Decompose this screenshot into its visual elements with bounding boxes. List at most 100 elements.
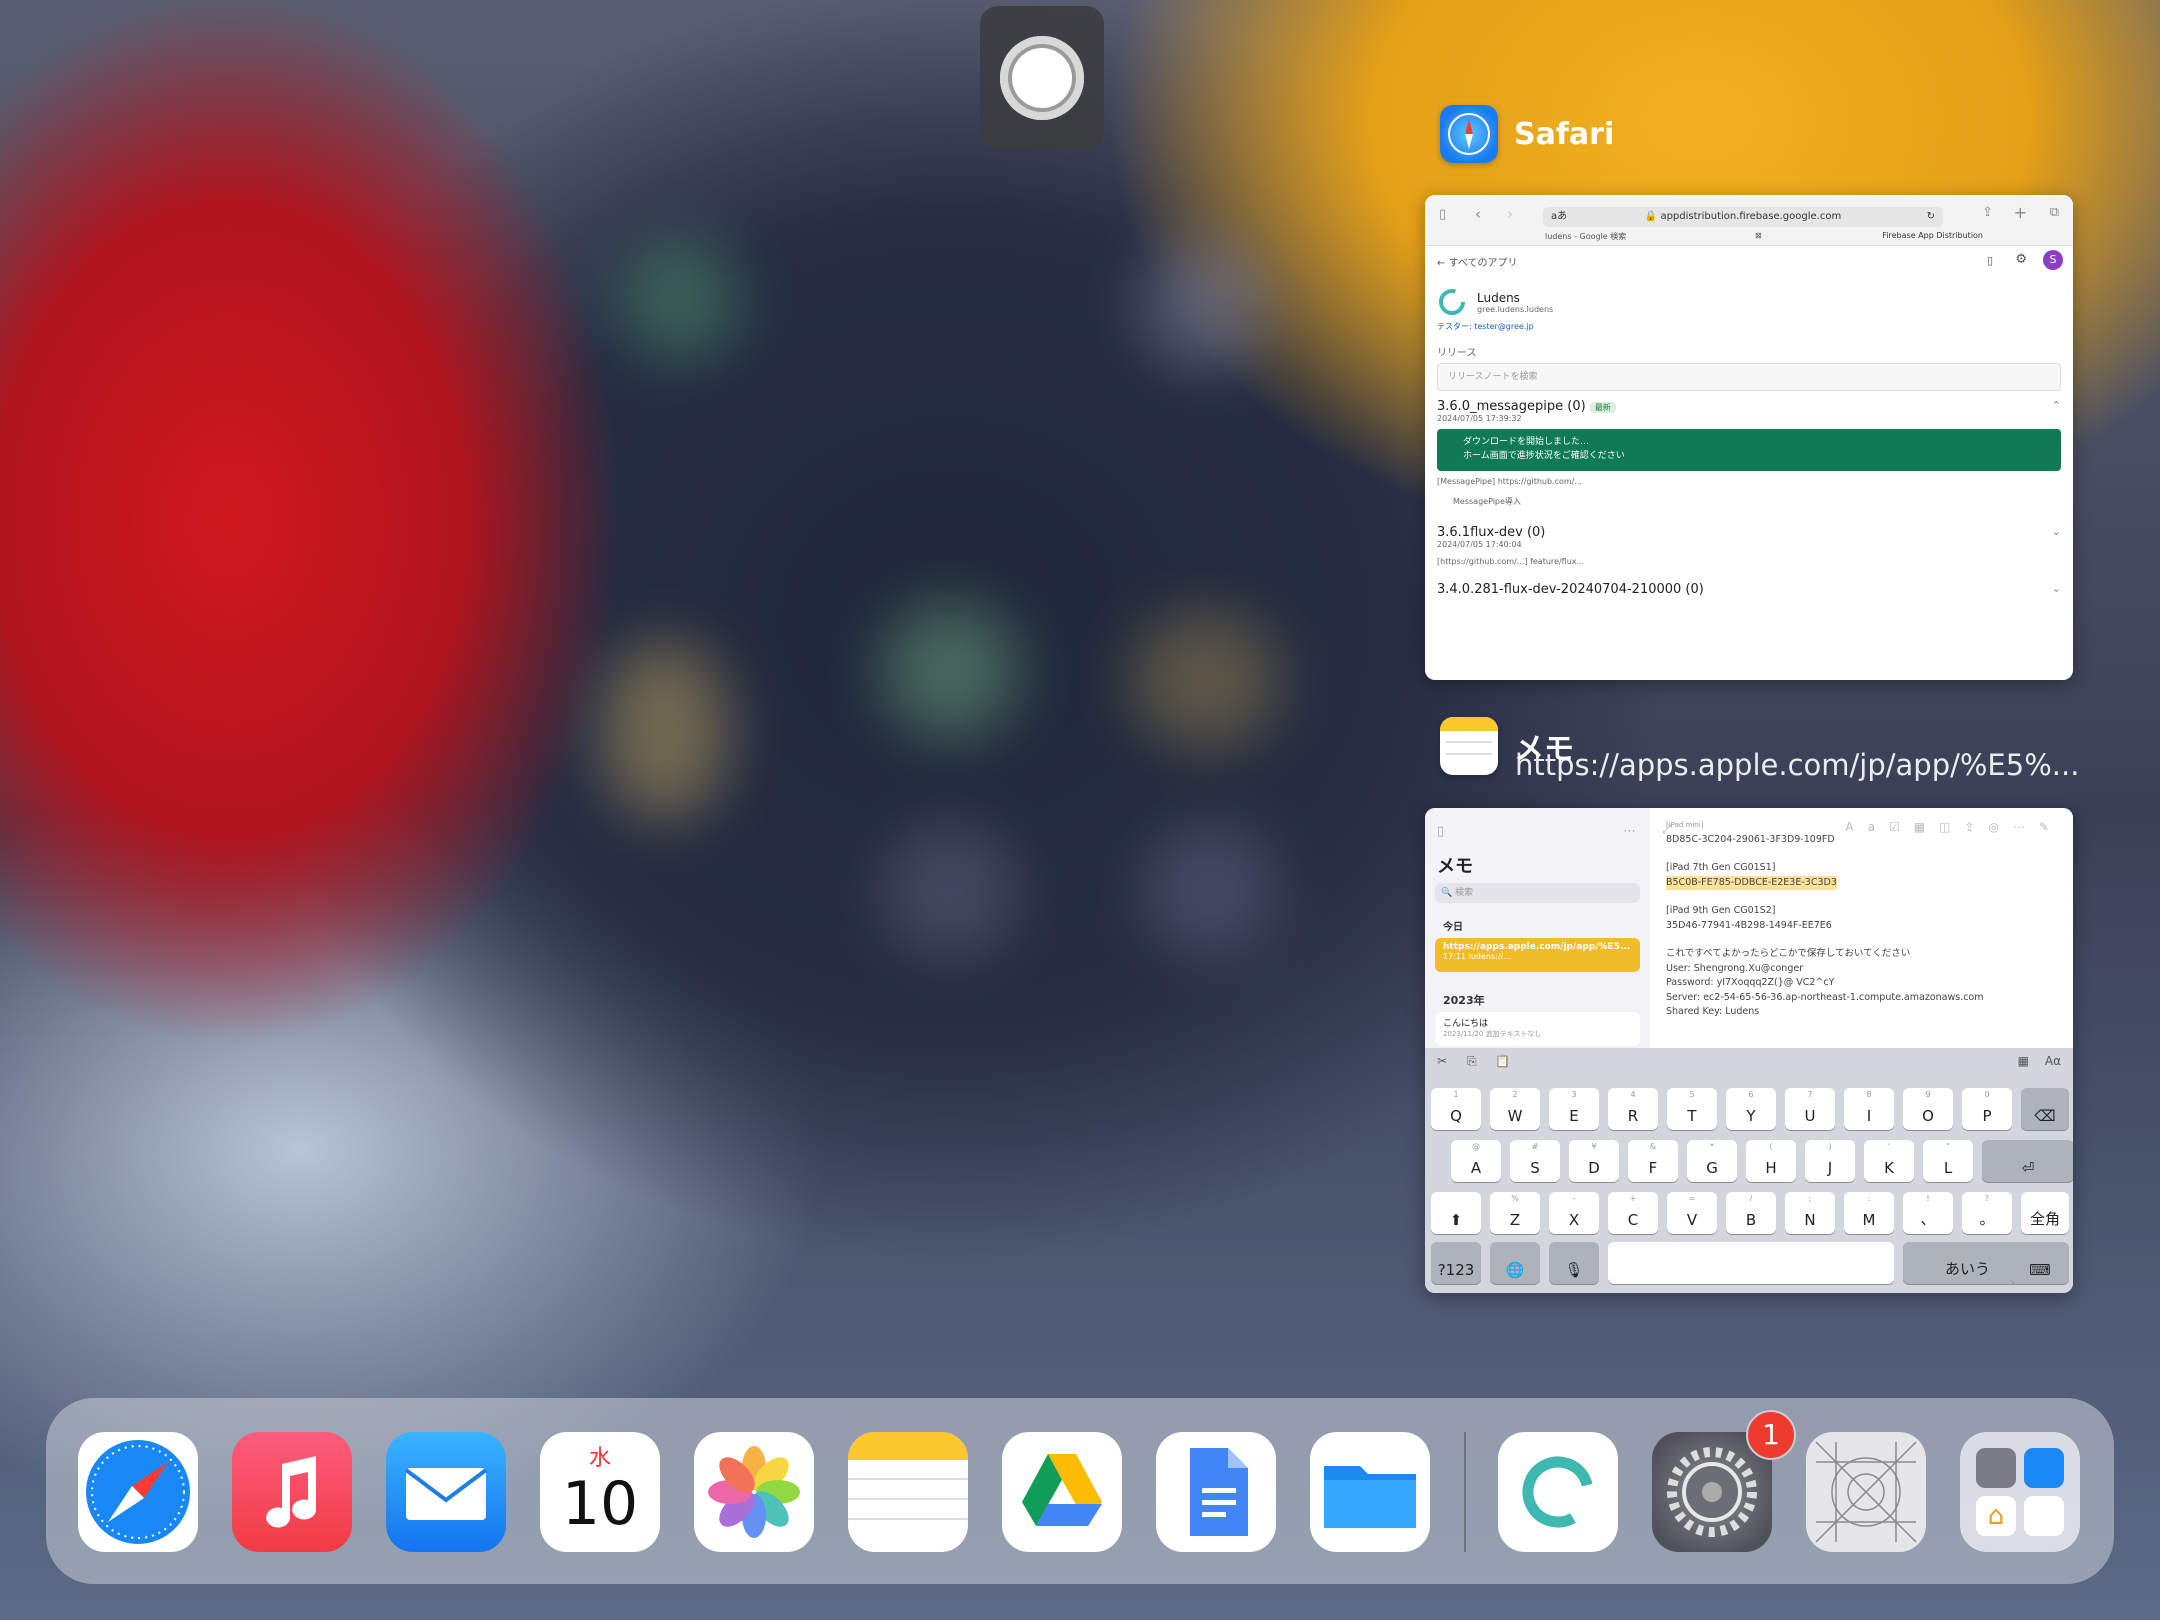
release-item[interactable]: 3.6.1flux-dev (0) ⌄	[1437, 525, 2061, 540]
key[interactable]: 5T	[1667, 1088, 1717, 1130]
key[interactable]: * G	[1687, 1140, 1737, 1182]
dock-folder[interactable]: ⌂	[1960, 1432, 2080, 1552]
key[interactable]: ?。	[1962, 1192, 2012, 1234]
key[interactable]: -X	[1549, 1192, 1599, 1234]
release-item[interactable]: 3.4.0.281-flux-dev-20240704-210000 (0) ⌄	[1437, 582, 2061, 597]
share-icon[interactable]: ⇪	[1964, 820, 1988, 834]
sidebar-icon[interactable]: ▯	[1439, 207, 1446, 222]
dock-app-safari[interactable]	[78, 1432, 198, 1552]
key-label: ⌫	[2034, 1107, 2056, 1125]
key-hint-label: ;	[1808, 1194, 1812, 1203]
key[interactable]: !、	[1903, 1192, 1953, 1234]
key[interactable]: & F	[1628, 1140, 1678, 1182]
key[interactable]: / B	[1726, 1192, 1776, 1234]
key[interactable]: 7U	[1785, 1088, 1835, 1130]
dock-app-mail[interactable]	[386, 1432, 506, 1552]
tab-google-search[interactable]: ludens - Google 検索	[1545, 231, 1626, 242]
zenkaku-key[interactable]: 全角	[2021, 1192, 2069, 1234]
key[interactable]: 9O	[1903, 1088, 1953, 1130]
dock-app-calendar[interactable]: 水 10	[540, 1432, 660, 1552]
dock-app-photos[interactable]	[694, 1432, 814, 1552]
dictation-key[interactable]: 🎙	[1549, 1242, 1599, 1284]
format-icon[interactable]: Aa	[1845, 820, 1889, 834]
attach-icon[interactable]: ◫	[1939, 820, 1964, 834]
key[interactable]: 6Y	[1726, 1088, 1776, 1130]
key-hint-label: %	[1511, 1194, 1519, 1203]
key[interactable]: ; N	[1785, 1192, 1835, 1234]
return-key[interactable]: ⏎	[1982, 1140, 2073, 1182]
more-icon[interactable]: ⋯	[1623, 824, 1636, 839]
paste-icon[interactable]: 📋	[1495, 1054, 1510, 1068]
dock-app-google-drive[interactable]	[1002, 1432, 1122, 1552]
reload-icon[interactable]: ↻	[1927, 207, 1935, 227]
address-bar[interactable]: aあ 🔒 appdistribution.firebase.google.com…	[1543, 207, 1943, 227]
dock-app-files[interactable]	[1310, 1432, 1430, 1552]
back-to-apps-link[interactable]: ← すべてのアプリ	[1437, 254, 2061, 269]
space-key[interactable]	[1608, 1242, 1894, 1284]
table-icon[interactable]: ▦	[1914, 820, 1939, 834]
numbers-key[interactable]: ?123	[1431, 1242, 1481, 1284]
dock-app-google-docs[interactable]	[1156, 1432, 1276, 1552]
back-icon[interactable]: ‹	[1475, 205, 1481, 223]
checklist-icon[interactable]: ☑	[1889, 820, 1914, 834]
expand-icon[interactable]: ⤢	[1662, 822, 1672, 837]
sidebar-toggle-icon[interactable]: ▯	[1437, 824, 1444, 839]
blurred-icon	[1140, 820, 1280, 960]
note-item[interactable]: こんにちは 2023/11/20 追加テキストなし	[1435, 1012, 1640, 1046]
key[interactable]: 2W	[1490, 1088, 1540, 1130]
key[interactable]: 8I	[1844, 1088, 1894, 1130]
notes-icon-line	[848, 1518, 968, 1520]
gear-icon[interactable]: ⚙	[2015, 252, 2027, 267]
more-icon[interactable]: ⋯	[2013, 820, 2039, 834]
memo-window-card[interactable]: ▯ ⋯ メモ 🔍 検索 今日 https://apps.apple.com/jp…	[1425, 808, 2073, 1293]
key[interactable]: :M	[1844, 1192, 1894, 1234]
key[interactable]: 4R	[1608, 1088, 1658, 1130]
tabs-overview-icon[interactable]: ⧉	[2050, 205, 2059, 220]
forward-icon[interactable]: ›	[1507, 205, 1513, 223]
hide-keyboard-key[interactable]: ⌨	[2011, 1242, 2069, 1284]
assistive-touch-button[interactable]	[980, 6, 1104, 150]
key[interactable]: # S	[1510, 1140, 1560, 1182]
key[interactable]: = V	[1667, 1192, 1717, 1234]
key[interactable]: (H	[1746, 1140, 1796, 1182]
key[interactable]: ' K	[1864, 1140, 1914, 1182]
safari-window-card[interactable]: ▯ ‹ › aあ 🔒 appdistribution.firebase.goog…	[1425, 195, 2073, 680]
table-icon[interactable]: ▦	[2018, 1054, 2029, 1068]
share-icon[interactable]: ⇪	[1982, 205, 1993, 220]
music-note-icon	[266, 1456, 317, 1528]
tab-close-icon[interactable]: ⊠	[1755, 231, 1762, 240]
release-item[interactable]: 3.6.0_messagepipe (0) 最新 ⌃	[1437, 399, 2061, 414]
note-editor[interactable]: ⤢ Aa☑▦◫⇪◎⋯✎ [iPad mini] 8D85C-3C204-2906…	[1650, 808, 2073, 1048]
key[interactable]: % Z	[1490, 1192, 1540, 1234]
dock-app-ludens[interactable]	[1498, 1432, 1618, 1552]
key[interactable]: 3E	[1549, 1088, 1599, 1130]
compose-icon[interactable]: ✎	[2039, 820, 2063, 834]
key[interactable]: ¥ D	[1569, 1140, 1619, 1182]
tab-firebase[interactable]: Firebase App Distribution	[1882, 231, 1983, 240]
globe-key[interactable]: 🌐	[1490, 1242, 1540, 1284]
account-avatar[interactable]: S	[2043, 250, 2063, 270]
delete-key[interactable]: ⌫	[2021, 1088, 2069, 1130]
dock-app-music[interactable]	[232, 1432, 352, 1552]
key[interactable]: " L	[1923, 1140, 1973, 1182]
copy-icon[interactable]: ⎘	[1467, 1054, 1477, 1069]
mini-settings-icon	[1976, 1448, 2016, 1488]
dock-app-notes[interactable]	[848, 1432, 968, 1552]
format-key[interactable]: Aα	[2045, 1054, 2061, 1068]
notes-search-input[interactable]: 🔍 検索	[1435, 883, 1640, 903]
key[interactable]: @ A	[1451, 1140, 1501, 1182]
device-icon[interactable]: ▯	[1987, 254, 1993, 267]
key-label: G	[1706, 1159, 1718, 1177]
markup-icon[interactable]: ◎	[1988, 820, 2012, 834]
shift-key[interactable]: ⬆	[1431, 1192, 1481, 1234]
key[interactable]: ) J	[1805, 1140, 1855, 1182]
key[interactable]: + C	[1608, 1192, 1658, 1234]
new-tab-icon[interactable]: +	[2014, 203, 2027, 222]
note-item-selected[interactable]: https://apps.apple.com/jp/app/%E5... 17:…	[1435, 938, 1640, 972]
dock-app-store-connect[interactable]	[1806, 1432, 1926, 1552]
release-search-input[interactable]: リリースノートを検索	[1437, 363, 2061, 391]
key[interactable]: 1Q	[1431, 1088, 1481, 1130]
key[interactable]: 0P	[1962, 1088, 2012, 1130]
cut-icon[interactable]: ✂	[1437, 1054, 1447, 1068]
key-hint-label: (	[1769, 1142, 1773, 1151]
